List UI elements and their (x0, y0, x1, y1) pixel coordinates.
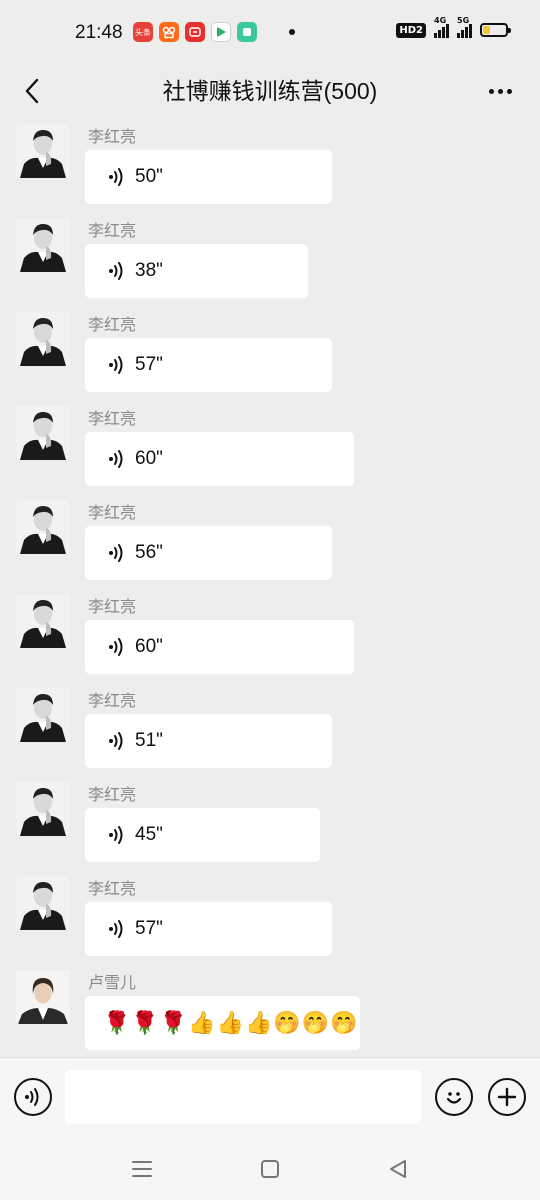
voice-message-bubble[interactable]: 38" (85, 244, 308, 298)
message-item: 李红亮 51" (0, 680, 540, 774)
avatar[interactable] (16, 312, 70, 366)
kuaishou-app-icon (159, 22, 179, 42)
hd-voice-badge: HD2 (396, 22, 426, 38)
sender-name: 李红亮 (88, 129, 137, 146)
sender-name: 李红亮 (88, 317, 137, 334)
signal-5g-icon: 5G (457, 16, 472, 38)
message-list[interactable]: 李红亮 50" 李红亮 38" 李红亮 57" 李红亮 60" 李红亮 56" … (0, 116, 540, 1057)
more-dot-icon (497, 88, 503, 94)
text-message-bubble[interactable]: 🌹🌹🌹👍👍👍🤭🤭🤭 (85, 996, 360, 1050)
chat-title: 社博赚钱训练营(500) (162, 78, 378, 104)
voice-wave-icon (107, 448, 129, 470)
voice-message-bubble[interactable]: 51" (85, 714, 332, 768)
tencent-video-app-icon (211, 22, 231, 42)
avatar[interactable] (16, 970, 70, 1024)
avatar[interactable] (16, 124, 70, 178)
message-item: 李红亮 56" (0, 492, 540, 586)
voice-wave-icon (107, 824, 129, 846)
menu-lines-icon (132, 1161, 152, 1177)
battery-icon (480, 23, 511, 37)
voice-duration: 56" (135, 542, 163, 563)
sender-name: 李红亮 (88, 881, 137, 898)
recent-apps-button[interactable] (128, 1155, 156, 1183)
message-item: 李红亮 60" (0, 586, 540, 680)
voice-message-bubble[interactable]: 57" (85, 902, 332, 956)
avatar[interactable] (16, 406, 70, 460)
voice-message-bubble[interactable]: 60" (85, 432, 354, 486)
status-indicators: HD2 4G 5G (396, 16, 511, 38)
voice-duration: 60" (135, 448, 163, 469)
more-options-button[interactable] (480, 73, 520, 109)
avatar[interactable] (16, 500, 70, 554)
voice-wave-icon (107, 918, 129, 940)
voice-wave-icon (25, 1088, 39, 1106)
system-navigation-bar (0, 1137, 540, 1200)
emoji-button[interactable] (435, 1078, 473, 1116)
avatar[interactable] (16, 218, 70, 272)
triangle-back-icon (390, 1160, 406, 1178)
voice-message-bubble[interactable]: 45" (85, 808, 320, 862)
app-icon-green (237, 22, 257, 42)
voice-wave-icon (107, 354, 129, 376)
avatar[interactable] (16, 688, 70, 742)
sender-name: 卢雪儿 (88, 975, 137, 992)
signal-4g-icon: 4G (434, 16, 449, 38)
status-bar: 21:48 头条 HD2 4G 5G (0, 0, 540, 66)
square-home-icon (261, 1160, 279, 1178)
sender-name: 李红亮 (88, 787, 137, 804)
more-dot-icon (506, 88, 512, 94)
voice-message-bubble[interactable]: 57" (85, 338, 332, 392)
sender-name: 李红亮 (88, 411, 137, 428)
voice-wave-icon (107, 166, 129, 188)
sender-name: 李红亮 (88, 505, 137, 522)
battery-level-fill (483, 26, 490, 34)
smiley-icon (446, 1092, 462, 1104)
voice-wave-icon (107, 542, 129, 564)
status-time: 21:48 (75, 22, 123, 43)
avatar[interactable] (16, 782, 70, 836)
system-back-button[interactable] (384, 1155, 412, 1183)
plus-icon (497, 1087, 517, 1107)
voice-duration: 38" (135, 260, 163, 281)
voice-duration: 51" (135, 730, 163, 751)
message-item: 李红亮 38" (0, 210, 540, 304)
voice-wave-icon (107, 636, 129, 658)
voice-duration: 45" (135, 824, 163, 845)
toutiao-app-icon: 头条 (133, 22, 153, 42)
sender-name: 李红亮 (88, 599, 137, 616)
message-item: 李红亮 57" (0, 304, 540, 398)
voice-duration: 57" (135, 918, 163, 939)
voice-duration: 60" (135, 636, 163, 657)
sender-name: 李红亮 (88, 693, 137, 710)
message-item: 李红亮 57" (0, 868, 540, 962)
more-functions-button[interactable] (488, 1078, 526, 1116)
sender-name: 李红亮 (88, 223, 137, 240)
chat-header: 社博赚钱训练营(500) (0, 66, 540, 116)
status-app-icons: 头条 (133, 22, 295, 42)
avatar[interactable] (16, 594, 70, 648)
pinduoduo-app-icon (185, 22, 205, 42)
voice-wave-icon (107, 260, 129, 282)
message-input[interactable] (65, 1070, 421, 1124)
avatar[interactable] (16, 876, 70, 930)
notification-dot (289, 29, 295, 35)
message-item: 卢雪儿 🌹🌹🌹👍👍👍🤭🤭🤭 (0, 962, 540, 1056)
voice-input-button[interactable] (14, 1078, 52, 1116)
message-item: 李红亮 60" (0, 398, 540, 492)
message-item: 李红亮 50" (0, 116, 540, 210)
chat-input-bar (0, 1057, 540, 1137)
voice-message-bubble[interactable]: 56" (85, 526, 332, 580)
voice-duration: 57" (135, 354, 163, 375)
voice-message-bubble[interactable]: 50" (85, 150, 332, 204)
voice-duration: 50" (135, 166, 163, 187)
message-item: 李红亮 45" (0, 774, 540, 868)
voice-message-bubble[interactable]: 60" (85, 620, 354, 674)
voice-wave-icon (107, 730, 129, 752)
home-button[interactable] (256, 1155, 284, 1183)
more-dot-icon (488, 88, 494, 94)
